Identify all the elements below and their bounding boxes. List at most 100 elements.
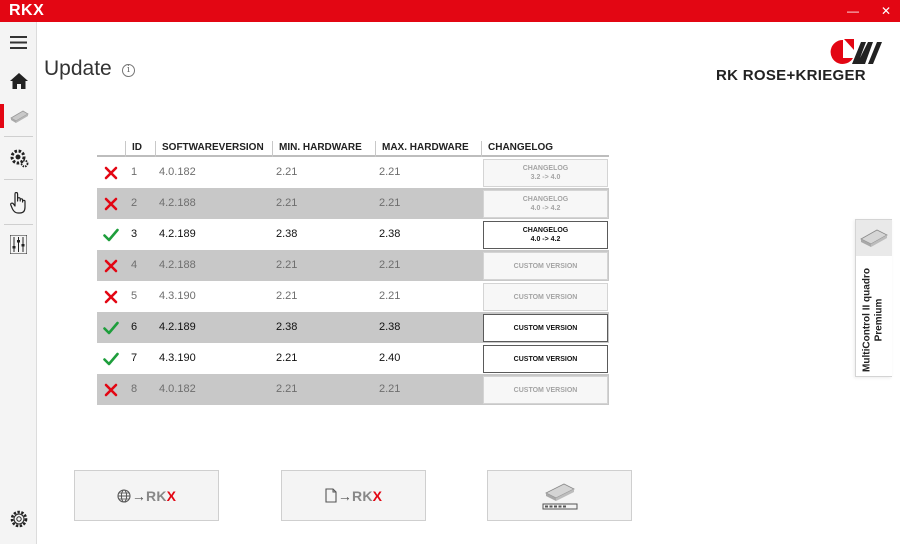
cell-id: 5 [131, 290, 138, 302]
gear-cog-icon [10, 149, 28, 168]
sidebar-divider [4, 224, 33, 225]
cell-id: 4 [131, 259, 138, 271]
cell-softwareversion: 4.0.182 [159, 383, 196, 395]
cell-max-hardware: 2.40 [379, 352, 401, 364]
app-logo: RKX [9, 2, 45, 19]
changelog-button-label: CHANGELOG [522, 165, 569, 172]
sliders-icon [10, 234, 27, 254]
cell-softwareversion: 4.2.189 [159, 321, 196, 333]
hamburger-icon [10, 35, 27, 49]
changelog-button[interactable]: CHANGELOG 3.2 -> 4.0 [483, 159, 608, 187]
changelog-version-range: 3.2 -> 4.0 [530, 174, 561, 181]
sidebar-item-menu[interactable] [0, 27, 37, 57]
cell-max-hardware: 2.38 [379, 228, 401, 240]
online-update-button[interactable]: → RKX [74, 470, 219, 521]
rkx-label: RKX [352, 487, 383, 504]
changelog-version-range: 4.0 -> 4.2 [530, 205, 561, 212]
cell-min-hardware: 2.21 [276, 290, 298, 302]
cell-softwareversion: 4.2.189 [159, 228, 196, 240]
changelog-button-label: CUSTOM VERSION [513, 293, 578, 301]
brand-logo-mark [830, 39, 882, 64]
changelog-button-label: CHANGELOG [522, 196, 569, 203]
table-body: 1 4.0.182 2.21 2.21 CHANGELOG 3.2 -> 4.0 2 4.2.… [97, 157, 609, 405]
table-header: ID SOFTWAREVERSION MIN. HARDWARE MAX. HA… [97, 139, 609, 157]
changelog-button[interactable]: CUSTOM VERSION [483, 252, 608, 280]
sidebar [0, 22, 37, 544]
sidebar-item-adjust[interactable] [0, 229, 37, 259]
cell-min-hardware: 2.21 [276, 383, 298, 395]
update-table: ID SOFTWAREVERSION MIN. HARDWARE MAX. HA… [97, 139, 609, 405]
cell-min-hardware: 2.21 [276, 197, 298, 209]
changelog-button-label: CUSTOM VERSION [513, 355, 578, 363]
cell-min-hardware: 2.21 [276, 352, 298, 364]
info-icon[interactable]: i [122, 64, 135, 77]
cell-id: 6 [131, 321, 138, 333]
cell-max-hardware: 2.21 [379, 166, 401, 178]
changelog-button[interactable]: CUSTOM VERSION [483, 314, 608, 342]
cell-id: 7 [131, 352, 138, 364]
hand-pointer-icon [10, 192, 26, 214]
changelog-button[interactable]: CUSTOM VERSION [483, 345, 608, 373]
table-row: 8 4.0.182 2.21 2.21 CUSTOM VERSION [97, 374, 609, 405]
table-row: 5 4.3.190 2.21 2.21 CUSTOM VERSION [97, 281, 609, 312]
arrow-icon: → [131, 487, 147, 504]
device-progress-icon [542, 483, 577, 509]
sidebar-item-manual[interactable] [0, 188, 37, 218]
sidebar-divider [4, 136, 33, 137]
cross-icon [104, 197, 118, 211]
changelog-version-range: 4.0 -> 4.2 [530, 236, 561, 243]
table-row: 2 4.2.188 2.21 2.21 CHANGELOG 4.0 -> 4.2 [97, 188, 609, 219]
cell-id: 8 [131, 383, 138, 395]
changelog-button-label: CUSTOM VERSION [513, 262, 578, 270]
sidebar-divider [4, 179, 33, 180]
changelog-button[interactable]: CUSTOM VERSION [483, 376, 608, 404]
close-button[interactable]: ✕ [872, 0, 900, 22]
cross-icon [104, 166, 118, 180]
cell-max-hardware: 2.21 [379, 197, 401, 209]
minimize-button[interactable]: — [839, 0, 867, 22]
table-row: 3 4.2.189 2.38 2.38 CHANGELOG 4.0 -> 4.2 [97, 219, 609, 250]
title-bar: RKX — ✕ [0, 0, 900, 22]
cell-min-hardware: 2.21 [276, 166, 298, 178]
cell-id: 2 [131, 197, 138, 209]
cross-icon [104, 290, 118, 304]
cell-min-hardware: 2.38 [276, 228, 298, 240]
cell-id: 3 [131, 228, 138, 240]
cell-softwareversion: 4.2.188 [159, 259, 196, 271]
cross-icon [104, 383, 118, 397]
file-icon [325, 488, 337, 503]
changelog-button[interactable]: CHANGELOG 4.0 -> 4.2 [483, 221, 608, 249]
sidebar-item-home[interactable] [0, 66, 37, 96]
cell-min-hardware: 2.38 [276, 321, 298, 333]
cell-max-hardware: 2.21 [379, 290, 401, 302]
file-update-button[interactable]: → RKX [281, 470, 426, 521]
column-header-softwareversion: SOFTWAREVERSION [155, 141, 272, 157]
sidebar-item-settings[interactable] [0, 143, 37, 173]
table-row: 6 4.2.189 2.38 2.38 CUSTOM VERSION [97, 312, 609, 343]
changelog-button[interactable]: CHANGELOG 4.0 -> 4.2 [483, 190, 608, 218]
home-icon [9, 73, 28, 89]
arrow-icon: → [337, 487, 353, 504]
gear-icon [10, 510, 27, 528]
table-row: 4 4.2.188 2.21 2.21 CUSTOM VERSION [97, 250, 609, 281]
device-update-icon [9, 110, 29, 123]
cell-min-hardware: 2.21 [276, 259, 298, 271]
device-update-button[interactable] [487, 470, 632, 521]
column-header-max-hardware: MAX. HARDWARE [375, 141, 481, 157]
changelog-button[interactable]: CUSTOM VERSION [483, 283, 608, 311]
control-box-icon [860, 229, 888, 247]
table-row: 7 4.3.190 2.21 2.40 CUSTOM VERSION [97, 343, 609, 374]
sidebar-item-system[interactable] [0, 504, 37, 534]
column-header-changelog: CHANGELOG [481, 141, 609, 157]
sidebar-item-update[interactable] [0, 101, 37, 131]
changelog-button-label: CUSTOM VERSION [513, 386, 578, 394]
rkx-label: RKX [146, 487, 177, 504]
cell-max-hardware: 2.21 [379, 259, 401, 271]
globe-icon [117, 488, 131, 503]
device-panel[interactable]: MultiControl II quadro Premium [855, 219, 892, 377]
changelog-button-label: CHANGELOG [522, 227, 569, 234]
brand-name: RK ROSE+KRIEGER [716, 67, 866, 84]
cell-id: 1 [131, 166, 138, 178]
cell-softwareversion: 4.2.188 [159, 197, 196, 209]
table-row: 1 4.0.182 2.21 2.21 CHANGELOG 3.2 -> 4.0 [97, 157, 609, 188]
